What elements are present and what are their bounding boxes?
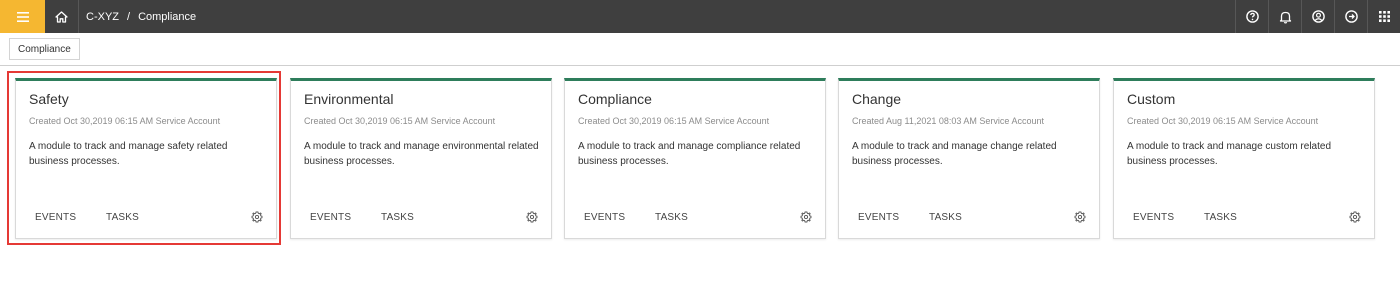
help-icon[interactable] xyxy=(1235,0,1268,33)
breadcrumb-separator: / xyxy=(127,10,131,23)
user-icon[interactable] xyxy=(1301,0,1334,33)
module-card-change[interactable]: Change Created Aug 11,2021 08:03 AM Serv… xyxy=(838,78,1100,239)
settings-gear-icon[interactable] xyxy=(251,211,263,223)
card-actions: EVENTS TASKS xyxy=(839,212,1099,226)
card-title: Compliance xyxy=(578,91,652,107)
card-actions: EVENTS TASKS xyxy=(565,212,825,226)
card-actions: EVENTS TASKS xyxy=(1114,212,1374,226)
card-description: A module to track and manage environment… xyxy=(304,141,539,167)
events-button[interactable]: EVENTS xyxy=(35,212,76,223)
bell-icon[interactable] xyxy=(1268,0,1301,33)
card-meta: Created Oct 30,2019 06:15 AM Service Acc… xyxy=(1127,116,1319,126)
card-meta: Created Oct 30,2019 06:15 AM Service Acc… xyxy=(304,116,496,126)
card-actions: EVENTS TASKS xyxy=(16,212,276,226)
card-description: A module to track and manage change rela… xyxy=(852,141,1057,167)
card-description: A module to track and manage custom rela… xyxy=(1127,141,1332,167)
tasks-button[interactable]: TASKS xyxy=(106,212,139,223)
tasks-button[interactable]: TASKS xyxy=(1204,212,1237,223)
events-button[interactable]: EVENTS xyxy=(310,212,351,223)
card-meta: Created Oct 30,2019 06:15 AM Service Acc… xyxy=(29,116,221,126)
header-actions xyxy=(1235,0,1400,33)
settings-gear-icon[interactable] xyxy=(526,211,538,223)
logout-icon[interactable] xyxy=(1334,0,1367,33)
module-card-custom[interactable]: Custom Created Oct 30,2019 06:15 AM Serv… xyxy=(1113,78,1375,239)
breadcrumb-item-root[interactable]: C-XYZ xyxy=(86,11,119,23)
card-description: A module to track and manage compliance … xyxy=(578,141,801,167)
tasks-button[interactable]: TASKS xyxy=(381,212,414,223)
card-title: Safety xyxy=(29,91,69,107)
hamburger-menu-icon[interactable] xyxy=(0,0,45,33)
card-meta: Created Aug 11,2021 08:03 AM Service Acc… xyxy=(852,116,1044,126)
tab-compliance[interactable]: Compliance xyxy=(9,38,80,60)
card-actions: EVENTS TASKS xyxy=(291,212,551,226)
apps-grid-icon[interactable] xyxy=(1367,0,1400,33)
card-title: Custom xyxy=(1127,91,1176,107)
events-button[interactable]: EVENTS xyxy=(858,212,899,223)
settings-gear-icon[interactable] xyxy=(1349,211,1361,223)
card-description: A module to track and manage safety rela… xyxy=(29,141,228,167)
module-card-compliance[interactable]: Compliance Created Oct 30,2019 06:15 AM … xyxy=(564,78,826,239)
card-title: Change xyxy=(852,91,902,107)
tasks-button[interactable]: TASKS xyxy=(655,212,688,223)
module-card-environmental[interactable]: Environmental Created Oct 30,2019 06:15 … xyxy=(290,78,552,239)
card-title: Environmental xyxy=(304,91,394,107)
settings-gear-icon[interactable] xyxy=(800,211,812,223)
tab-strip: Compliance xyxy=(0,33,1400,66)
top-bar: C-XYZ / Compliance xyxy=(0,0,1400,33)
tasks-button[interactable]: TASKS xyxy=(929,212,962,223)
settings-gear-icon[interactable] xyxy=(1074,211,1086,223)
card-meta: Created Oct 30,2019 06:15 AM Service Acc… xyxy=(578,116,770,126)
events-button[interactable]: EVENTS xyxy=(1133,212,1174,223)
module-card-safety[interactable]: Safety Created Oct 30,2019 06:15 AM Serv… xyxy=(15,78,277,239)
breadcrumb: C-XYZ / Compliance xyxy=(86,11,196,23)
events-button[interactable]: EVENTS xyxy=(584,212,625,223)
breadcrumb-item-current: Compliance xyxy=(138,10,197,23)
home-icon[interactable] xyxy=(45,0,79,33)
